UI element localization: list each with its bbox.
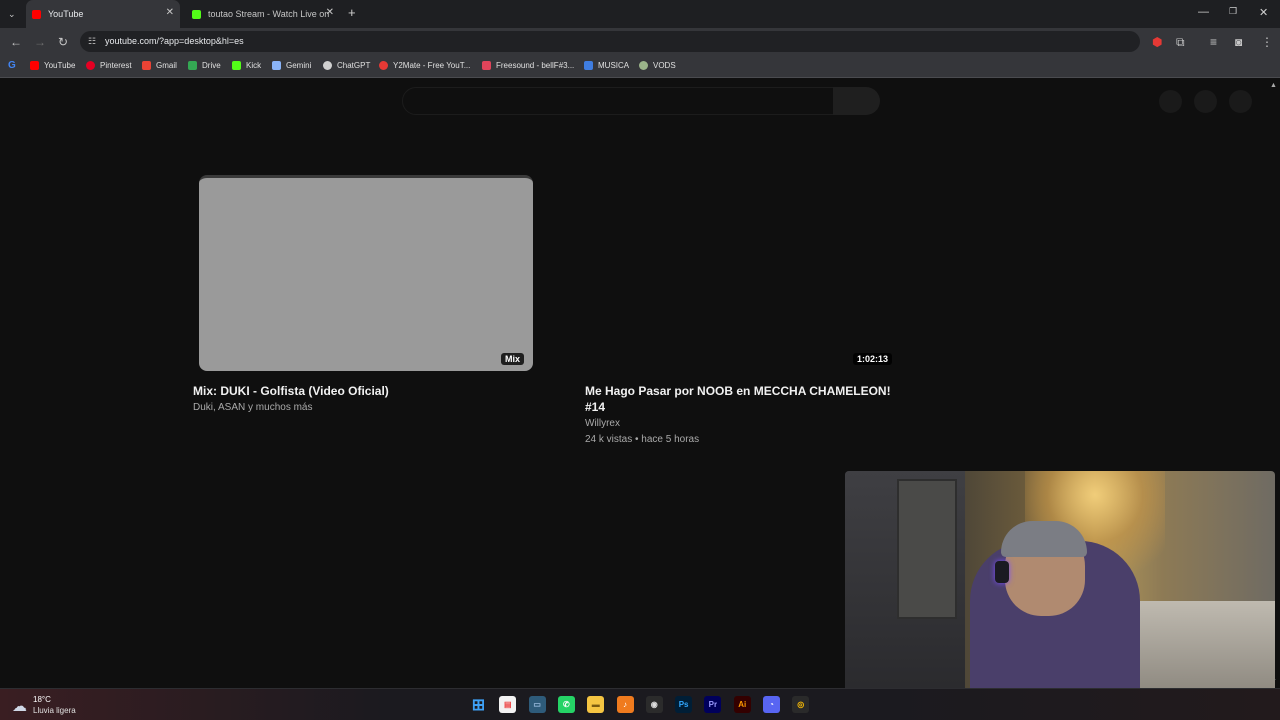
- bookmark-label: VODS: [653, 61, 676, 70]
- duration-badge: 1:02:13: [853, 353, 893, 365]
- search-input[interactable]: [402, 87, 834, 115]
- video-channel[interactable]: Willyrex: [585, 417, 620, 431]
- gmail-icon: [142, 61, 151, 70]
- bookmark-vods[interactable]: VODS: [639, 61, 676, 70]
- video-channel[interactable]: Duki, ASAN y muchos más: [193, 401, 312, 415]
- youtube-icon: [30, 61, 39, 70]
- weather-cloud-icon[interactable]: ☁: [12, 697, 27, 715]
- drive-icon: [188, 61, 197, 70]
- mix-badge: Mix: [501, 353, 525, 365]
- photoshop-icon[interactable]: Ps: [675, 696, 693, 713]
- address-url: youtube.com/?app=desktop&hl=es: [105, 36, 244, 46]
- new-tab-button[interactable]: +: [348, 5, 356, 20]
- video-meta: 24 k vistas • hace 5 horas: [585, 434, 700, 445]
- extension-adblock-icon[interactable]: ⬢: [1152, 35, 1162, 49]
- weather-description[interactable]: Lluvia ligera: [33, 706, 76, 715]
- account-avatar-placeholder[interactable]: [1229, 90, 1252, 113]
- video-title[interactable]: Me Hago Pasar por NOOB en MECCHA CHAMELE…: [585, 383, 891, 399]
- bookmark-label: Kick: [246, 61, 262, 70]
- extensions-puzzle-icon[interactable]: ⧉: [1176, 35, 1185, 49]
- bookmark-label: Freesound - bellF#3...: [496, 61, 575, 70]
- bookmark-label: MUSICA: [598, 61, 630, 70]
- webcam-overlay: [845, 471, 1275, 696]
- bookmark-label: ChatGPT: [337, 61, 371, 70]
- bookmark-gmail[interactable]: Gmail: [142, 61, 177, 70]
- bookmark-youtube[interactable]: YouTube: [30, 61, 75, 70]
- create-button-placeholder[interactable]: [1159, 90, 1182, 113]
- video-thumbnail[interactable]: [585, 175, 887, 371]
- bookmark-label: Gmail: [156, 61, 177, 70]
- tab-kick[interactable]: toutao Stream - Watch Live on ✕: [186, 0, 340, 28]
- y2mate-icon: [379, 61, 388, 70]
- kick-icon: [232, 61, 241, 70]
- scroll-up-arrow-icon[interactable]: ▲: [1270, 82, 1277, 89]
- webcam-person-cap: [1001, 521, 1087, 557]
- headset-icon: [995, 561, 1009, 583]
- notepad-icon[interactable]: ▤: [499, 696, 517, 713]
- illustrator-icon[interactable]: Ai: [733, 696, 751, 713]
- tab-strip: ⌄ YouTube ✕ toutao Stream - Watch Live o…: [0, 0, 1280, 28]
- folder-icon: [584, 61, 593, 70]
- tab-title: toutao Stream - Watch Live on: [208, 9, 330, 19]
- tab-youtube[interactable]: YouTube ✕: [26, 0, 180, 28]
- freesound-icon: [482, 61, 491, 70]
- whatsapp-icon[interactable]: ✆: [557, 696, 575, 713]
- chrome-icon[interactable]: ◎: [792, 696, 810, 713]
- obs-icon[interactable]: ◉: [645, 696, 663, 713]
- bookmark-label: YouTube: [44, 61, 76, 70]
- tab-search-icon[interactable]: ⌄: [8, 7, 16, 21]
- start-icon[interactable]: ⊞: [470, 696, 487, 714]
- tab-title: YouTube: [48, 9, 84, 19]
- site-info-icon[interactable]: ☷: [88, 36, 96, 47]
- bookmark-kick[interactable]: Kick: [232, 61, 261, 70]
- bookmark-label: Gemini: [286, 61, 312, 70]
- windows-taskbar: ☁ 18°C Lluvia ligera ⊞ ▤ ▭ ✆ ▬ ♪ ◉ Ps Pr Ai ◔ ◎: [0, 688, 1280, 720]
- video-title-line2[interactable]: #14: [585, 399, 605, 415]
- bookmark-label: Drive: [202, 61, 221, 70]
- pinterest-icon: [86, 61, 95, 70]
- bookmark-chatgpt[interactable]: ChatGPT: [323, 61, 370, 70]
- file-explorer-icon[interactable]: ▬: [587, 696, 605, 713]
- bookmark-pinterest[interactable]: Pinterest: [86, 61, 132, 70]
- fl-studio-icon[interactable]: ♪: [616, 696, 634, 713]
- menu-kebab-icon[interactable]: ⋮: [1261, 35, 1273, 49]
- bookmark-y2mate[interactable]: Y2Mate - Free YouT...: [379, 61, 470, 70]
- youtube-favicon-icon: [32, 9, 41, 19]
- bookmarks-bar: G YouTube Pinterest Gmail Drive Kick Gem…: [0, 56, 1280, 78]
- tab-close-icon[interactable]: ✕: [326, 7, 334, 18]
- bookmark-drive[interactable]: Drive: [188, 61, 221, 70]
- video-thumbnail[interactable]: [199, 175, 533, 371]
- tab-close-icon[interactable]: ✕: [166, 7, 174, 18]
- bookmark-label: Y2Mate - Free YouT...: [393, 61, 471, 70]
- bookmark-gemini[interactable]: Gemini: [272, 61, 311, 70]
- bookmark-musica[interactable]: MUSICA: [584, 61, 629, 70]
- gemini-icon: [272, 61, 281, 70]
- reload-icon[interactable]: ↻: [58, 35, 68, 49]
- media-control-icon[interactable]: ≡: [1210, 35, 1217, 49]
- bookmark-label: Pinterest: [100, 61, 132, 70]
- close-window-button[interactable]: ✕: [1259, 6, 1268, 19]
- webcam-door: [897, 479, 957, 619]
- minimize-button[interactable]: —: [1198, 6, 1209, 18]
- discord-icon[interactable]: ◔: [763, 696, 780, 713]
- kick-favicon-icon: [192, 9, 201, 19]
- bookmark-freesound[interactable]: Freesound - bellF#3...: [482, 61, 574, 70]
- video-title[interactable]: Mix: DUKI - Golfista (Video Oficial): [193, 383, 389, 399]
- profile-avatar-icon[interactable]: ◙: [1235, 35, 1242, 49]
- restore-button[interactable]: ❐: [1229, 6, 1237, 17]
- chatgpt-icon: [323, 61, 332, 70]
- notifications-button-placeholder[interactable]: [1194, 90, 1217, 113]
- premiere-icon[interactable]: Pr: [704, 696, 722, 713]
- search-button[interactable]: [833, 87, 880, 115]
- weather-temperature[interactable]: 18°C: [33, 695, 51, 704]
- address-bar[interactable]: ☷ youtube.com/?app=desktop&hl=es: [80, 31, 1140, 52]
- google-icon[interactable]: G: [8, 60, 16, 71]
- forward-arrow-icon[interactable]: →: [34, 35, 46, 49]
- back-arrow-icon[interactable]: ←: [10, 35, 22, 49]
- vods-icon: [639, 61, 648, 70]
- webcam-bed: [1135, 601, 1275, 696]
- task-view-icon[interactable]: ▭: [528, 696, 546, 713]
